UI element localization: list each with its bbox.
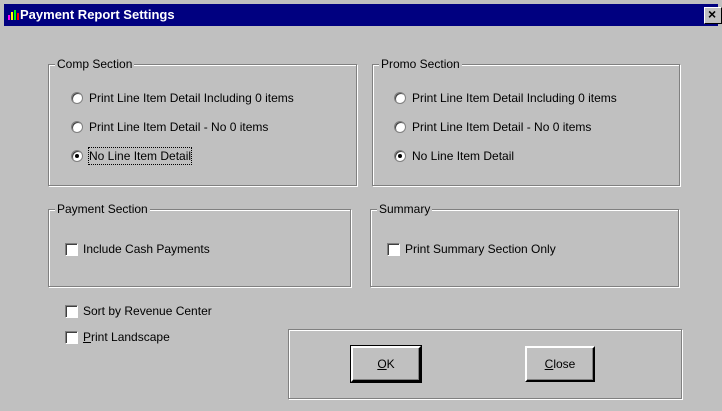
radio-button[interactable] — [71, 92, 83, 104]
close-button[interactable]: Close — [525, 346, 595, 382]
checkbox[interactable] — [65, 243, 78, 256]
radio-button[interactable] — [71, 121, 83, 133]
button-panel: OK Close — [288, 329, 682, 399]
comp-section-group: Comp Section Print Line Item Detail Incl… — [48, 57, 357, 186]
radio-button-selected[interactable] — [394, 150, 406, 162]
ok-button[interactable]: OK — [350, 345, 422, 383]
title-bar[interactable]: Payment Report Settings — [4, 4, 718, 26]
payment-section-label: Payment Section — [55, 202, 150, 216]
summary-label: Summary — [377, 202, 433, 216]
checkbox[interactable] — [65, 331, 78, 344]
promo-section-group: Promo Section Print Line Item Detail Inc… — [372, 57, 680, 186]
radio-button[interactable] — [394, 92, 406, 104]
summary-group: Summary Print Summary Section Only — [370, 202, 679, 287]
radio-button-selected[interactable] — [71, 150, 83, 162]
close-window-button[interactable]: × — [704, 7, 722, 24]
checkbox[interactable] — [387, 243, 400, 256]
radio-button[interactable] — [394, 121, 406, 133]
payment-section-group: Payment Section Include Cash Payments — [48, 202, 351, 287]
promo-section-label: Promo Section — [379, 57, 462, 71]
checkbox[interactable] — [65, 305, 78, 318]
close-icon: × — [708, 7, 717, 22]
comp-section-label: Comp Section — [55, 57, 135, 71]
window-title: Payment Report Settings — [20, 7, 175, 22]
dialog-window: Payment Report Settings × Comp Section P… — [0, 0, 722, 411]
